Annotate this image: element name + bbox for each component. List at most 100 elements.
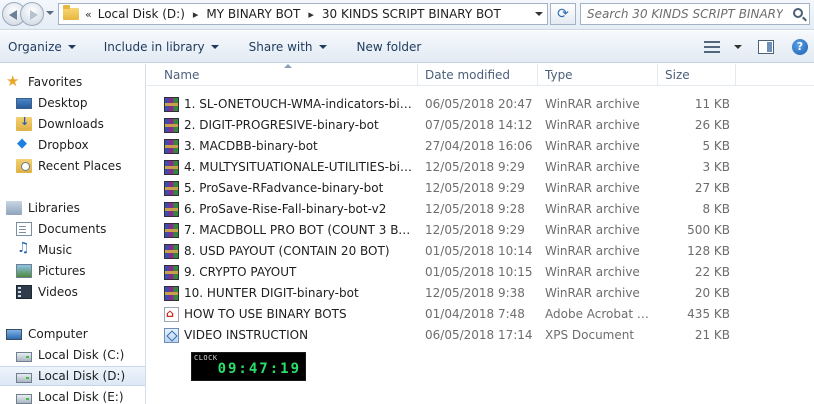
nav-music[interactable]: Music (16, 240, 145, 260)
nav-local-disk-c[interactable]: Local Disk (C:) (16, 345, 145, 365)
file-type: WinRAR archive (545, 160, 640, 174)
search-icon[interactable] (793, 8, 803, 18)
search-box[interactable] (580, 3, 810, 25)
file-row[interactable]: 7. MACDBOLL PRO BOT (COUNT 3 BOT) 12/05/… (147, 220, 814, 241)
nav-local-disk-e[interactable]: Local Disk (E:) (16, 387, 145, 404)
nav-music-label: Music (38, 243, 73, 257)
file-row[interactable]: 4. MULTYSITUATIONALE-UTILITIES-binary-bo… (147, 157, 814, 178)
recent-places-icon (16, 159, 32, 173)
organize-button[interactable]: Organize (0, 35, 84, 59)
command-toolbar: Organize Include in library Share with N… (0, 31, 814, 63)
preview-pane-icon[interactable] (758, 40, 774, 54)
file-rows: 1. SL-ONETOUCH-WMA-indicators-binary-bot… (147, 94, 814, 346)
videos-icon (16, 285, 32, 299)
nav-libraries[interactable]: Libraries (6, 198, 145, 218)
file-date: 12/05/2018 9:28 (425, 202, 525, 216)
nav-local-disk-d-label: Local Disk (D:) (38, 369, 126, 383)
nav-dropbox[interactable]: Dropbox (16, 135, 145, 155)
file-row[interactable]: 10. HUNTER DIGIT-binary-bot 12/05/2018 9… (147, 283, 814, 304)
file-size: 435 KB (687, 307, 730, 321)
nav-local-disk-d[interactable]: Local Disk (D:) (0, 366, 145, 386)
rar-icon (164, 286, 179, 301)
breadcrumb-30-kinds-script[interactable]: 30 KINDS SCRIPT BINARY BOT (322, 7, 501, 21)
new-folder-button[interactable]: New folder (349, 35, 430, 59)
nav-favorites-label: Favorites (28, 75, 83, 89)
file-name: 4. MULTYSITUATIONALE-UTILITIES-binary-bo… (184, 160, 412, 174)
rar-icon (164, 265, 179, 280)
column-header-size[interactable]: Size (658, 64, 736, 86)
drive-icon (16, 394, 32, 404)
file-date: 01/05/2018 10:14 (425, 244, 533, 258)
file-date: 27/04/2018 16:06 (425, 139, 533, 153)
column-header-date[interactable]: Date modified (418, 64, 538, 86)
music-icon (16, 240, 32, 257)
nav-desktop-label: Desktop (38, 96, 88, 110)
file-name: VIDEO INSTRUCTION (184, 328, 309, 342)
file-type: WinRAR archive (545, 181, 640, 195)
chevron-down-icon (210, 44, 219, 49)
rar-icon (164, 244, 179, 259)
file-row[interactable]: HOW TO USE BINARY BOTS 01/04/2018 7:48 A… (147, 304, 814, 325)
clock-widget: CLOCK 09:47:19 (191, 352, 306, 381)
rar-icon (164, 97, 179, 112)
file-date: 12/05/2018 9:29 (425, 160, 525, 174)
file-row[interactable]: 8. USD PAYOUT (CONTAIN 20 BOT) 01/05/201… (147, 241, 814, 262)
column-header-name[interactable]: Name (147, 64, 418, 86)
file-row[interactable]: 2. DIGIT-PROGRESIVE-binary-bot 07/05/201… (147, 115, 814, 136)
file-name: 1. SL-ONETOUCH-WMA-indicators-binary-bot (184, 97, 412, 111)
address-box[interactable]: « Local Disk (D:) ▸ MY BINARY BOT ▸ 30 K… (58, 3, 548, 25)
file-row[interactable]: 3. MACDBB-binary-bot 27/04/2018 16:06 Wi… (147, 136, 814, 157)
forward-button[interactable] (20, 2, 44, 26)
forward-arrow-icon (30, 10, 38, 20)
file-row[interactable]: 5. ProSave-RFadvance-binary-bot 12/05/20… (147, 178, 814, 199)
file-size: 8 KB (702, 202, 730, 216)
nav-downloads[interactable]: Downloads (16, 114, 145, 134)
share-with-label: Share with (248, 39, 313, 54)
breadcrumb-separator-icon[interactable]: ▸ (308, 8, 314, 21)
breadcrumb-local-disk-d[interactable]: Local Disk (D:) (98, 7, 185, 21)
chevron-down-icon (318, 44, 327, 49)
nav-pictures[interactable]: Pictures (16, 261, 145, 281)
file-type: XPS Document (545, 328, 635, 342)
file-size: 27 KB (694, 181, 730, 195)
rar-icon (164, 202, 179, 217)
pdf-icon (164, 307, 179, 322)
refresh-button[interactable]: ⟳ (550, 3, 576, 25)
file-row[interactable]: 6. ProSave-Rise-Fall-binary-bot-v2 12/05… (147, 199, 814, 220)
file-name: 8. USD PAYOUT (CONTAIN 20 BOT) (184, 244, 390, 258)
file-row[interactable]: 9. CRYPTO PAYOUT 01/05/2018 10:15 WinRAR… (147, 262, 814, 283)
breadcrumb-my-binary-bot[interactable]: MY BINARY BOT (206, 7, 300, 21)
nav-favorites[interactable]: Favorites (6, 72, 145, 92)
file-size: 500 KB (687, 223, 730, 237)
file-name: 10. HUNTER DIGIT-binary-bot (184, 286, 359, 300)
nav-videos-label: Videos (38, 285, 78, 299)
search-input[interactable] (587, 6, 783, 22)
view-options-dropdown-icon[interactable] (734, 45, 742, 49)
pictures-icon (16, 264, 32, 278)
nav-documents[interactable]: Documents (16, 219, 145, 239)
file-date: 12/05/2018 9:29 (425, 223, 525, 237)
breadcrumb-separator-icon[interactable]: ▸ (193, 8, 199, 21)
change-view-icon[interactable] (704, 41, 720, 53)
nav-recent-places[interactable]: Recent Places (16, 156, 145, 176)
drive-icon (16, 352, 32, 362)
include-in-library-button[interactable]: Include in library (96, 35, 227, 59)
file-row[interactable]: VIDEO INSTRUCTION 06/05/2018 17:14 XPS D… (147, 325, 814, 346)
file-date: 12/05/2018 9:38 (425, 286, 525, 300)
nav-videos[interactable]: Videos (16, 282, 145, 302)
nav-desktop[interactable]: Desktop (16, 93, 145, 113)
file-name: 9. CRYPTO PAYOUT (184, 265, 297, 279)
column-header-type[interactable]: Type (538, 64, 658, 86)
help-icon[interactable]: ? (792, 39, 808, 55)
file-row[interactable]: 1. SL-ONETOUCH-WMA-indicators-binary-bot… (147, 94, 814, 115)
address-dropdown-icon[interactable] (535, 12, 543, 16)
file-date: 06/05/2018 17:14 (425, 328, 533, 342)
nav-computer[interactable]: Computer (6, 324, 145, 344)
history-dropdown-icon[interactable] (46, 11, 54, 15)
file-date: 01/05/2018 10:15 (425, 265, 533, 279)
column-header-row: Name Date modified Type Size (147, 64, 814, 86)
rar-icon (164, 223, 179, 238)
nav-downloads-label: Downloads (38, 117, 104, 131)
breadcrumb-overflow[interactable]: « (85, 8, 92, 21)
share-with-button[interactable]: Share with (241, 35, 335, 59)
